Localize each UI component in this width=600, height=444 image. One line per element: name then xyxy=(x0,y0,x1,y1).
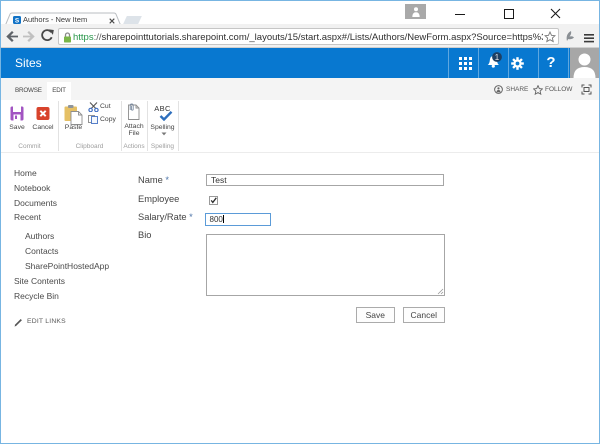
svg-text:S: S xyxy=(15,17,20,24)
svg-text:1: 1 xyxy=(495,53,500,62)
